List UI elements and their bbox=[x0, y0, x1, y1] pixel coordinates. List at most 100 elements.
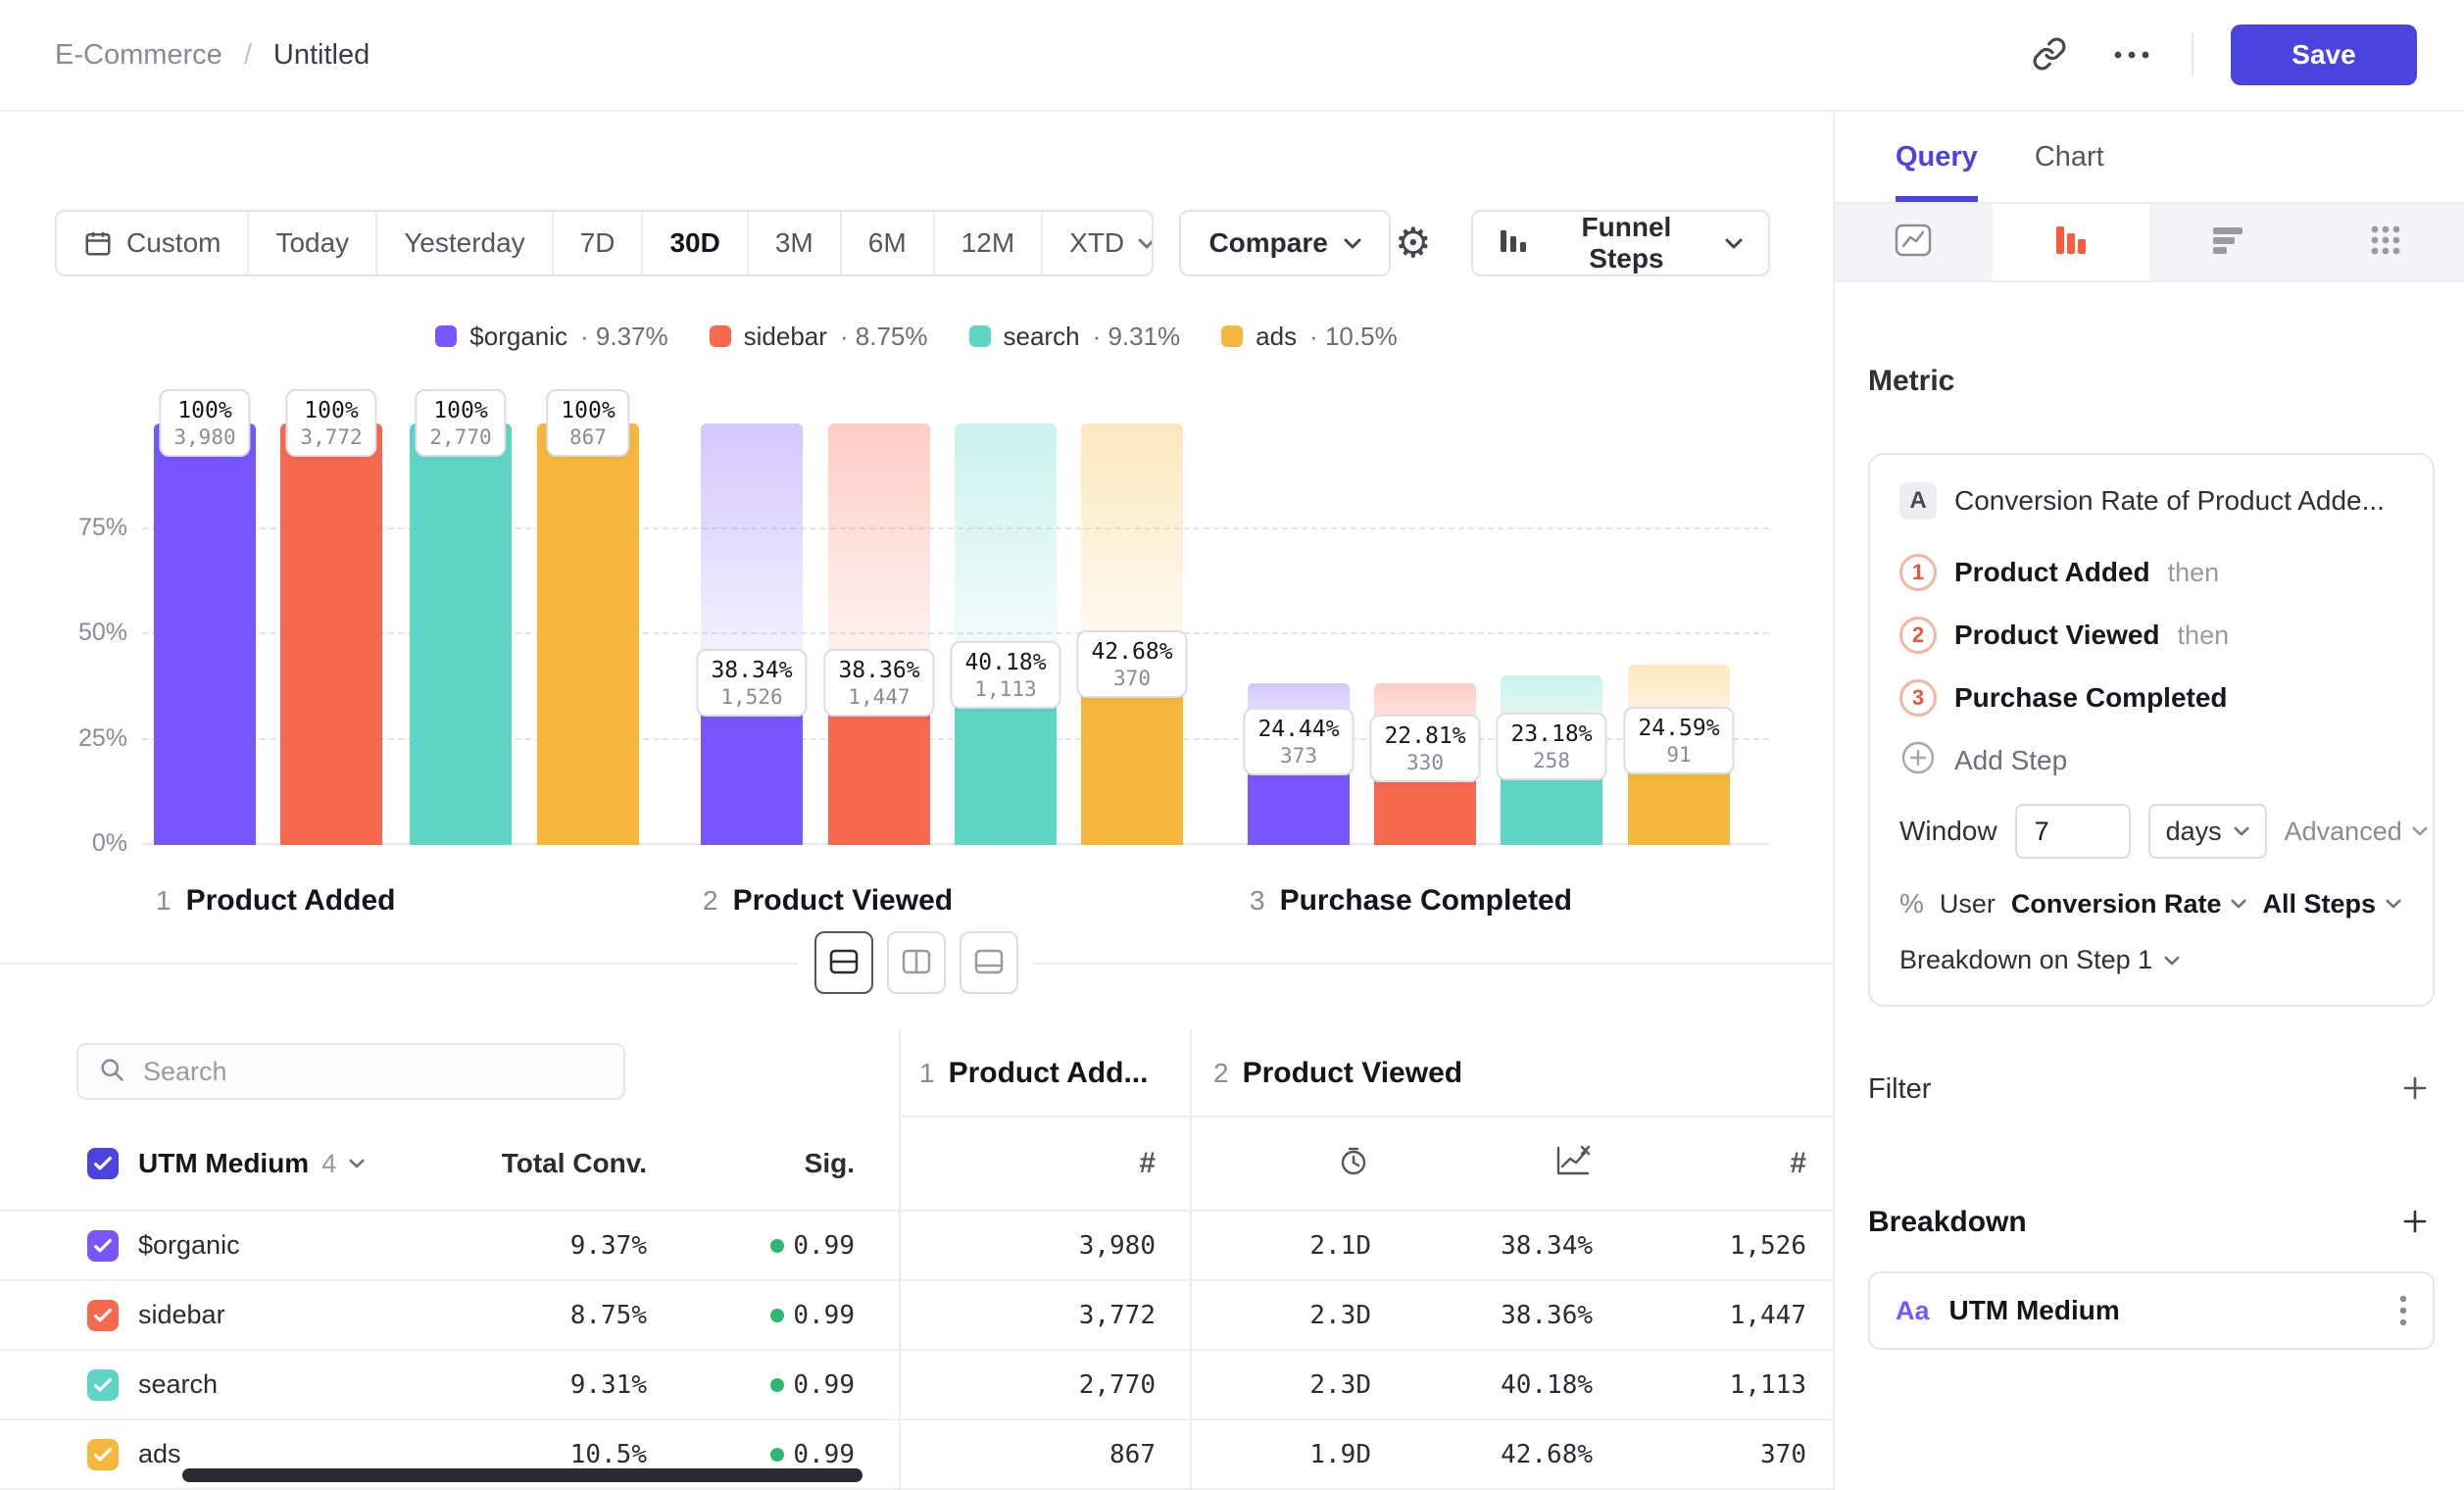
more-options-icon[interactable] bbox=[2399, 1294, 2407, 1327]
metric-step-name: Product Added bbox=[1954, 557, 2150, 588]
funnel-bar-label: 38.34%1,526 bbox=[696, 649, 807, 717]
breadcrumb-report-title[interactable]: Untitled bbox=[273, 39, 370, 72]
layout-bottom-panel-button[interactable] bbox=[960, 931, 1018, 994]
row-checkbox[interactable] bbox=[87, 1300, 119, 1331]
step2-time-column-header[interactable] bbox=[1328, 1118, 1371, 1210]
search-input[interactable] bbox=[141, 1056, 604, 1088]
app: E-Commerce / Untitled Save CustomTodayYe… bbox=[0, 0, 2464, 1490]
date-range-12m[interactable]: 12M bbox=[935, 212, 1043, 274]
date-range-label: XTD bbox=[1069, 227, 1124, 259]
add-step-button[interactable]: Add Step bbox=[1899, 729, 2403, 792]
step2-count-column-header[interactable]: # bbox=[1771, 1118, 1806, 1210]
date-range-7d[interactable]: 7D bbox=[554, 212, 644, 274]
metric-title-row[interactable]: A Conversion Rate of Product Adde... bbox=[1899, 482, 2403, 520]
date-range-custom[interactable]: Custom bbox=[57, 212, 249, 274]
sig-column-header[interactable]: Sig. bbox=[792, 1118, 855, 1210]
legend-swatch bbox=[1221, 325, 1243, 347]
measure-entity[interactable]: User bbox=[1940, 889, 1996, 919]
share-link-button[interactable] bbox=[2027, 32, 2072, 77]
breadcrumb-project[interactable]: E-Commerce bbox=[55, 39, 222, 72]
search-icon bbox=[98, 1056, 125, 1088]
legend-series-value: · 10.5% bbox=[1309, 322, 1398, 352]
legend-item[interactable]: sidebar· 8.75% bbox=[710, 322, 928, 352]
plus-icon bbox=[2401, 1074, 2429, 1105]
metric-step[interactable]: 3Purchase Completed bbox=[1899, 667, 2403, 729]
row-checkbox[interactable] bbox=[87, 1369, 119, 1401]
breakdown-on-label: Breakdown on Step 1 bbox=[1899, 945, 2152, 975]
metric-step[interactable]: 2Product Viewedthen bbox=[1899, 604, 2403, 667]
advanced-toggle[interactable]: Advanced bbox=[2285, 817, 2428, 847]
chart-type-flows-tab[interactable] bbox=[2307, 204, 2464, 280]
tab-query[interactable]: Query bbox=[1896, 112, 1978, 202]
row-checkbox[interactable] bbox=[87, 1439, 119, 1470]
tab-chart[interactable]: Chart bbox=[2035, 112, 2104, 202]
step2-conversion-column-header[interactable] bbox=[1546, 1118, 1593, 1210]
add-breakdown-button[interactable] bbox=[2395, 1203, 2435, 1242]
measure-type-select[interactable]: Conversion Rate bbox=[2011, 889, 2247, 919]
layout-split-vertical-button[interactable] bbox=[887, 931, 946, 994]
measure-scope-select[interactable]: All Steps bbox=[2262, 889, 2401, 919]
funnel-bar[interactable] bbox=[410, 423, 512, 845]
add-filter-button[interactable] bbox=[2395, 1069, 2435, 1109]
step2-time-cell: 2.1D bbox=[1215, 1212, 1371, 1279]
table-row[interactable]: sidebar8.75%0.993,7722.3D38.36%1,447 bbox=[0, 1281, 1833, 1351]
legend-item[interactable]: $organic· 9.37% bbox=[435, 322, 667, 352]
step-number: 1 bbox=[919, 1058, 935, 1089]
layout-split-horizontal-button[interactable] bbox=[814, 931, 873, 994]
horizontal-scrollbar-thumb[interactable] bbox=[182, 1468, 862, 1482]
chevron-down-icon bbox=[2412, 826, 2428, 836]
step1-count-column-header[interactable]: # bbox=[1120, 1118, 1156, 1210]
funnel-bar[interactable] bbox=[537, 423, 639, 845]
date-range-label: 30D bbox=[669, 227, 719, 259]
date-range-label: 6M bbox=[868, 227, 907, 259]
chevron-down-icon bbox=[1344, 238, 1361, 249]
total-conv-column-header[interactable]: Total Conv. bbox=[421, 1118, 647, 1210]
table-row[interactable]: search9.31%0.992,7702.3D40.18%1,113 bbox=[0, 1351, 1833, 1420]
chevron-down-icon bbox=[2231, 899, 2246, 909]
date-range-today[interactable]: Today bbox=[249, 212, 377, 274]
date-range-label: Today bbox=[275, 227, 349, 259]
bar-count-value: 3,772 bbox=[300, 425, 362, 450]
date-range-xtd[interactable]: XTD bbox=[1043, 212, 1154, 274]
legend-item[interactable]: ads· 10.5% bbox=[1221, 322, 1398, 352]
window-unit-select[interactable]: days bbox=[2148, 804, 2267, 859]
breakdown-heading: Breakdown bbox=[1868, 1206, 2027, 1239]
sidebar-tabs: Query Chart bbox=[1835, 112, 2464, 202]
chart-type-funnel-tab[interactable] bbox=[1993, 204, 2150, 280]
funnel-bar[interactable] bbox=[280, 423, 382, 845]
y-axis-tick: 25% bbox=[39, 724, 127, 753]
date-range-label: Custom bbox=[126, 227, 221, 259]
breakdown-on-select[interactable]: Breakdown on Step 1 bbox=[1899, 945, 2403, 975]
chart-settings-button[interactable]: ⚙ bbox=[1391, 221, 1436, 266]
date-range-yesterday[interactable]: Yesterday bbox=[377, 212, 554, 274]
chart-view-selector[interactable]: Funnel Steps bbox=[1471, 210, 1770, 276]
date-range-6m[interactable]: 6M bbox=[842, 212, 935, 274]
conversion-chart-icon bbox=[1553, 1143, 1593, 1185]
funnel-bar[interactable] bbox=[154, 423, 256, 845]
breakdown-item[interactable]: AaUTM Medium bbox=[1868, 1271, 2435, 1350]
step-number: 3 bbox=[1250, 885, 1265, 917]
compare-button[interactable]: Compare bbox=[1179, 210, 1390, 276]
chart-type-insights-tab[interactable] bbox=[1835, 204, 1993, 280]
significance-dot bbox=[770, 1378, 784, 1392]
row-checkbox[interactable] bbox=[87, 1230, 119, 1262]
step1-count-cell: 3,980 bbox=[931, 1212, 1156, 1279]
legend-item[interactable]: search· 9.31% bbox=[969, 322, 1181, 352]
breakdown-section-header: Breakdown bbox=[1868, 1203, 2435, 1242]
table-row[interactable]: $organic9.37%0.993,9802.1D38.34%1,526 bbox=[0, 1212, 1833, 1281]
select-all-checkbox[interactable] bbox=[87, 1148, 119, 1179]
metric-step[interactable]: 1Product Addedthen bbox=[1899, 541, 2403, 604]
save-button[interactable]: Save bbox=[2231, 25, 2417, 85]
group-column-header[interactable]: UTM Medium 4 bbox=[138, 1118, 365, 1210]
significance-dot bbox=[770, 1448, 784, 1462]
chart-type-retention-tab[interactable] bbox=[2149, 204, 2307, 280]
date-range-3m[interactable]: 3M bbox=[749, 212, 842, 274]
more-options-button[interactable] bbox=[2109, 32, 2154, 77]
window-value-input[interactable] bbox=[2015, 804, 2131, 859]
step-number-badge: 2 bbox=[1899, 617, 1937, 654]
table-step2-header: 2 Product Viewed bbox=[1213, 1029, 1462, 1118]
legend-series-label: search bbox=[1004, 322, 1080, 352]
date-range-30d[interactable]: 30D bbox=[643, 212, 748, 274]
bar-count-value: 1,526 bbox=[711, 685, 792, 710]
plus-circle-icon bbox=[1899, 739, 1937, 783]
